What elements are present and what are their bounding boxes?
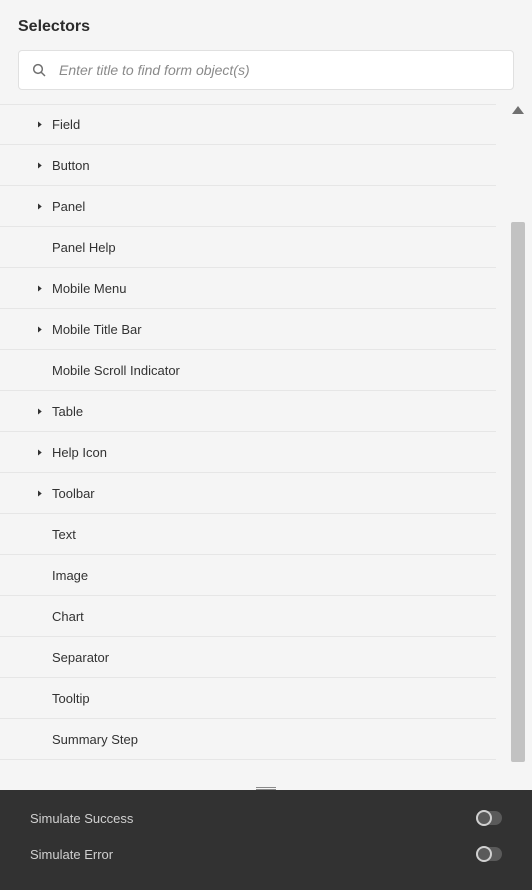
page-title: Selectors [18, 18, 514, 36]
list-item[interactable]: Panel [0, 186, 496, 227]
list-item-label: Mobile Menu [52, 281, 126, 296]
list-item[interactable]: Mobile Scroll Indicator [0, 350, 496, 391]
list-item[interactable]: Panel Help [0, 227, 496, 268]
selector-list-area: Field Button Panel Panel Help Mobile Menu Mob… [0, 104, 532, 790]
simulate-success-row: Simulate Success [30, 800, 502, 836]
scroll-thumb[interactable] [511, 222, 525, 762]
list-item[interactable]: Image [0, 555, 496, 596]
scroll-up-icon[interactable] [512, 106, 524, 114]
list-item-label: Summary Step [52, 732, 138, 747]
chevron-right-icon [32, 486, 46, 500]
list-item-label: Mobile Scroll Indicator [52, 363, 180, 378]
list-item-label: Chart [52, 609, 84, 624]
list-item[interactable]: Text [0, 514, 496, 555]
toggle-knob [476, 846, 492, 862]
simulate-success-label: Simulate Success [30, 811, 133, 826]
chevron-right-icon [32, 118, 46, 132]
chevron-right-icon [32, 281, 46, 295]
list-item-label: Panel [52, 199, 85, 214]
list-item[interactable]: Toolbar [0, 473, 496, 514]
list-item[interactable]: Table [0, 391, 496, 432]
footer-panel: Simulate Success Simulate Error [0, 790, 532, 890]
chevron-right-icon [32, 322, 46, 336]
simulate-error-toggle[interactable] [476, 847, 502, 861]
chevron-right-icon [32, 404, 46, 418]
list-item[interactable]: Mobile Menu [0, 268, 496, 309]
list-item-label: Separator [52, 650, 109, 665]
list-item-label: Field [52, 117, 80, 132]
list-item-label: Table [52, 404, 83, 419]
list-item[interactable]: Separator [0, 637, 496, 678]
selector-list: Field Button Panel Panel Help Mobile Menu Mob… [0, 104, 504, 790]
list-item-label: Panel Help [52, 240, 116, 255]
list-item-label: Toolbar [52, 486, 95, 501]
list-item-label: Tooltip [52, 691, 90, 706]
list-item-label: Mobile Title Bar [52, 322, 142, 337]
scrollbar[interactable] [504, 104, 532, 790]
header: Selectors [0, 0, 532, 50]
list-item[interactable]: Summary Step [0, 719, 496, 760]
toggle-knob [476, 810, 492, 826]
chevron-right-icon [32, 158, 46, 172]
chevron-right-icon [32, 445, 46, 459]
list-item[interactable]: Button [0, 145, 496, 186]
list-item-label: Image [52, 568, 88, 583]
drag-handle-icon[interactable] [256, 787, 276, 790]
list-item-label: Help Icon [52, 445, 107, 460]
list-item-label: Text [52, 527, 76, 542]
search-icon [31, 62, 47, 78]
search-container [0, 50, 532, 104]
simulate-error-label: Simulate Error [30, 847, 113, 862]
list-item[interactable]: Mobile Title Bar [0, 309, 496, 350]
simulate-error-row: Simulate Error [30, 836, 502, 872]
list-item[interactable]: Chart [0, 596, 496, 637]
list-item[interactable]: Tooltip [0, 678, 496, 719]
list-item[interactable]: Help Icon [0, 432, 496, 473]
search-box[interactable] [18, 50, 514, 90]
simulate-success-toggle[interactable] [476, 811, 502, 825]
search-input[interactable] [59, 62, 501, 78]
list-item[interactable]: Field [0, 104, 496, 145]
list-item-label: Button [52, 158, 90, 173]
chevron-right-icon [32, 199, 46, 213]
